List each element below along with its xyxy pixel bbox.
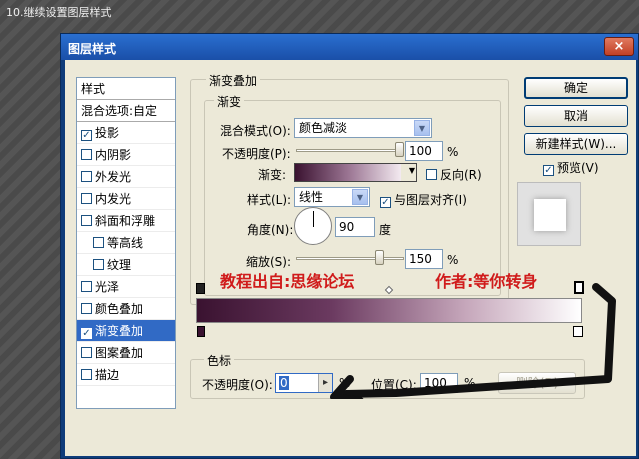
layer-style-dialog: 图层样式 × 样式 混合选项:自定 ✓ 投影 内阴影 外发光 内发光 斜面和浮雕 等高线 纹理… [60,33,639,459]
style-item-checkbox[interactable]: ✓ [81,130,92,141]
angle-input[interactable]: 90 [335,217,375,237]
style-item-checkbox[interactable] [81,303,92,314]
style-item-checkbox[interactable] [81,149,92,160]
styles-list: 样式 混合选项:自定 ✓ 投影 内阴影 外发光 内发光 斜面和浮雕 等高线 纹理 光泽 颜色叠加 ✓… [76,77,176,409]
gradient-label: 渐变: [258,168,287,182]
cancel-button[interactable]: 取消 [524,105,628,127]
blend-mode-select[interactable]: 颜色减淡 ▼ [294,118,432,138]
style-item-checkbox[interactable]: ✓ [81,328,92,339]
reverse-checkbox-box[interactable] [426,169,437,180]
style-item-checkbox[interactable] [81,171,92,182]
gradient-preview [295,164,401,181]
scale-slider-thumb[interactable] [375,250,385,265]
new-style-button[interactable]: 新建样式(W)... [524,133,628,155]
style-item[interactable]: 内发光 [77,188,175,210]
style-item-label: 等高线 [107,236,144,250]
style-item-label: 纹理 [107,258,132,272]
styles-list-header[interactable]: 样式 [77,78,175,100]
step-caption: 10.继续设置图层样式 [6,6,112,19]
ok-button[interactable]: 确定 [524,77,628,99]
style-item-label: 斜面和浮雕 [95,214,156,228]
scale-percent: % [447,253,459,267]
align-label: 与图层对齐(I) [394,193,467,207]
angle-dial[interactable] [294,207,332,245]
style-item[interactable]: ✓ 渐变叠加 [77,320,175,342]
reverse-checkbox[interactable]: 反向(R) [426,166,482,183]
gradient-dropdown-icon[interactable]: ▼ [409,166,415,175]
style-item-checkbox[interactable] [93,259,104,270]
style-item[interactable]: 图案叠加 [77,342,175,364]
preview-thumbnail [517,182,581,246]
style-label: 样式(L): [247,193,292,207]
preview-label: 预览(V) [557,161,599,175]
opacity-percent: % [447,145,459,159]
opacity-label: 不透明度(P): [222,147,291,161]
style-item[interactable]: ✓ 投影 [77,122,175,144]
style-item-checkbox[interactable] [93,237,104,248]
style-item-label: 光泽 [95,280,120,294]
title-bar[interactable]: 图层样式 × [61,34,638,60]
angle-unit: 度 [379,223,392,237]
chevron-down-icon: ▼ [352,189,368,205]
style-item-label: 颜色叠加 [95,302,144,316]
style-item-checkbox[interactable] [81,281,92,292]
align-with-layer-checkbox[interactable]: ✓ 与图层对齐(I) [380,191,467,208]
style-item-label: 外发光 [95,170,132,184]
gradient-style-select[interactable]: 线性 ▼ [294,187,370,207]
color-stops-title: 色标 [204,352,235,369]
dialog-title: 图层样式 [68,42,117,56]
style-item-checkbox[interactable] [81,193,92,204]
opacity-slider[interactable] [296,149,404,152]
annotation-arrow-icon [330,283,616,399]
gradient-overlay-title: 渐变叠加 [206,72,261,89]
angle-indicator [313,211,314,227]
style-item[interactable]: 纹理 [77,254,175,276]
style-item-label: 描边 [95,368,120,382]
style-item[interactable]: 等高线 [77,232,175,254]
close-button[interactable]: × [604,37,634,56]
blend-options-item[interactable]: 混合选项:自定 [77,100,175,122]
scale-slider[interactable] [296,257,404,260]
style-item-label: 内发光 [95,192,132,206]
style-item-label: 内阴影 [95,148,132,162]
gradient-subgroup-title: 渐变 [214,93,245,110]
style-item[interactable]: 斜面和浮雕 [77,210,175,232]
style-item[interactable]: 内阴影 [77,144,175,166]
color-stop-left[interactable] [197,326,205,337]
blend-mode-label: 混合模式(O): [220,124,291,138]
style-item-checkbox[interactable] [81,369,92,380]
scale-input[interactable]: 150 [405,249,443,269]
angle-label: 角度(N): [247,223,294,237]
style-item-label: 图案叠加 [95,346,144,360]
style-item[interactable]: 光泽 [77,276,175,298]
dialog-client-area: 样式 混合选项:自定 ✓ 投影 内阴影 外发光 内发光 斜面和浮雕 等高线 纹理 光泽 颜色叠加 ✓… [65,60,636,456]
opacity-input[interactable]: 100 [405,141,443,161]
opacity-stop-left[interactable] [196,283,205,294]
reverse-label: 反向(R) [440,168,482,182]
gradient-style-value: 线性 [299,190,324,204]
blend-mode-value: 颜色减淡 [299,121,348,135]
align-checkbox-box[interactable]: ✓ [380,197,391,208]
style-item[interactable]: 外发光 [77,166,175,188]
chevron-down-icon: ▼ [414,120,430,136]
preview-swatch [534,199,566,231]
gradient-swatch[interactable]: ▼ [294,163,417,182]
opacity-slider-thumb[interactable] [395,142,404,157]
style-item-checkbox[interactable] [81,215,92,226]
style-item[interactable]: 颜色叠加 [77,298,175,320]
stop-opacity-label: 不透明度(O): [202,378,273,392]
style-item-checkbox[interactable] [81,347,92,358]
style-item[interactable]: 描边 [77,364,175,386]
style-item-label: 投影 [95,126,120,140]
preview-checkbox-box[interactable]: ✓ [543,165,554,176]
preview-checkbox[interactable]: ✓ 预览(V) [543,159,599,176]
style-item-label: 渐变叠加 [95,324,144,338]
